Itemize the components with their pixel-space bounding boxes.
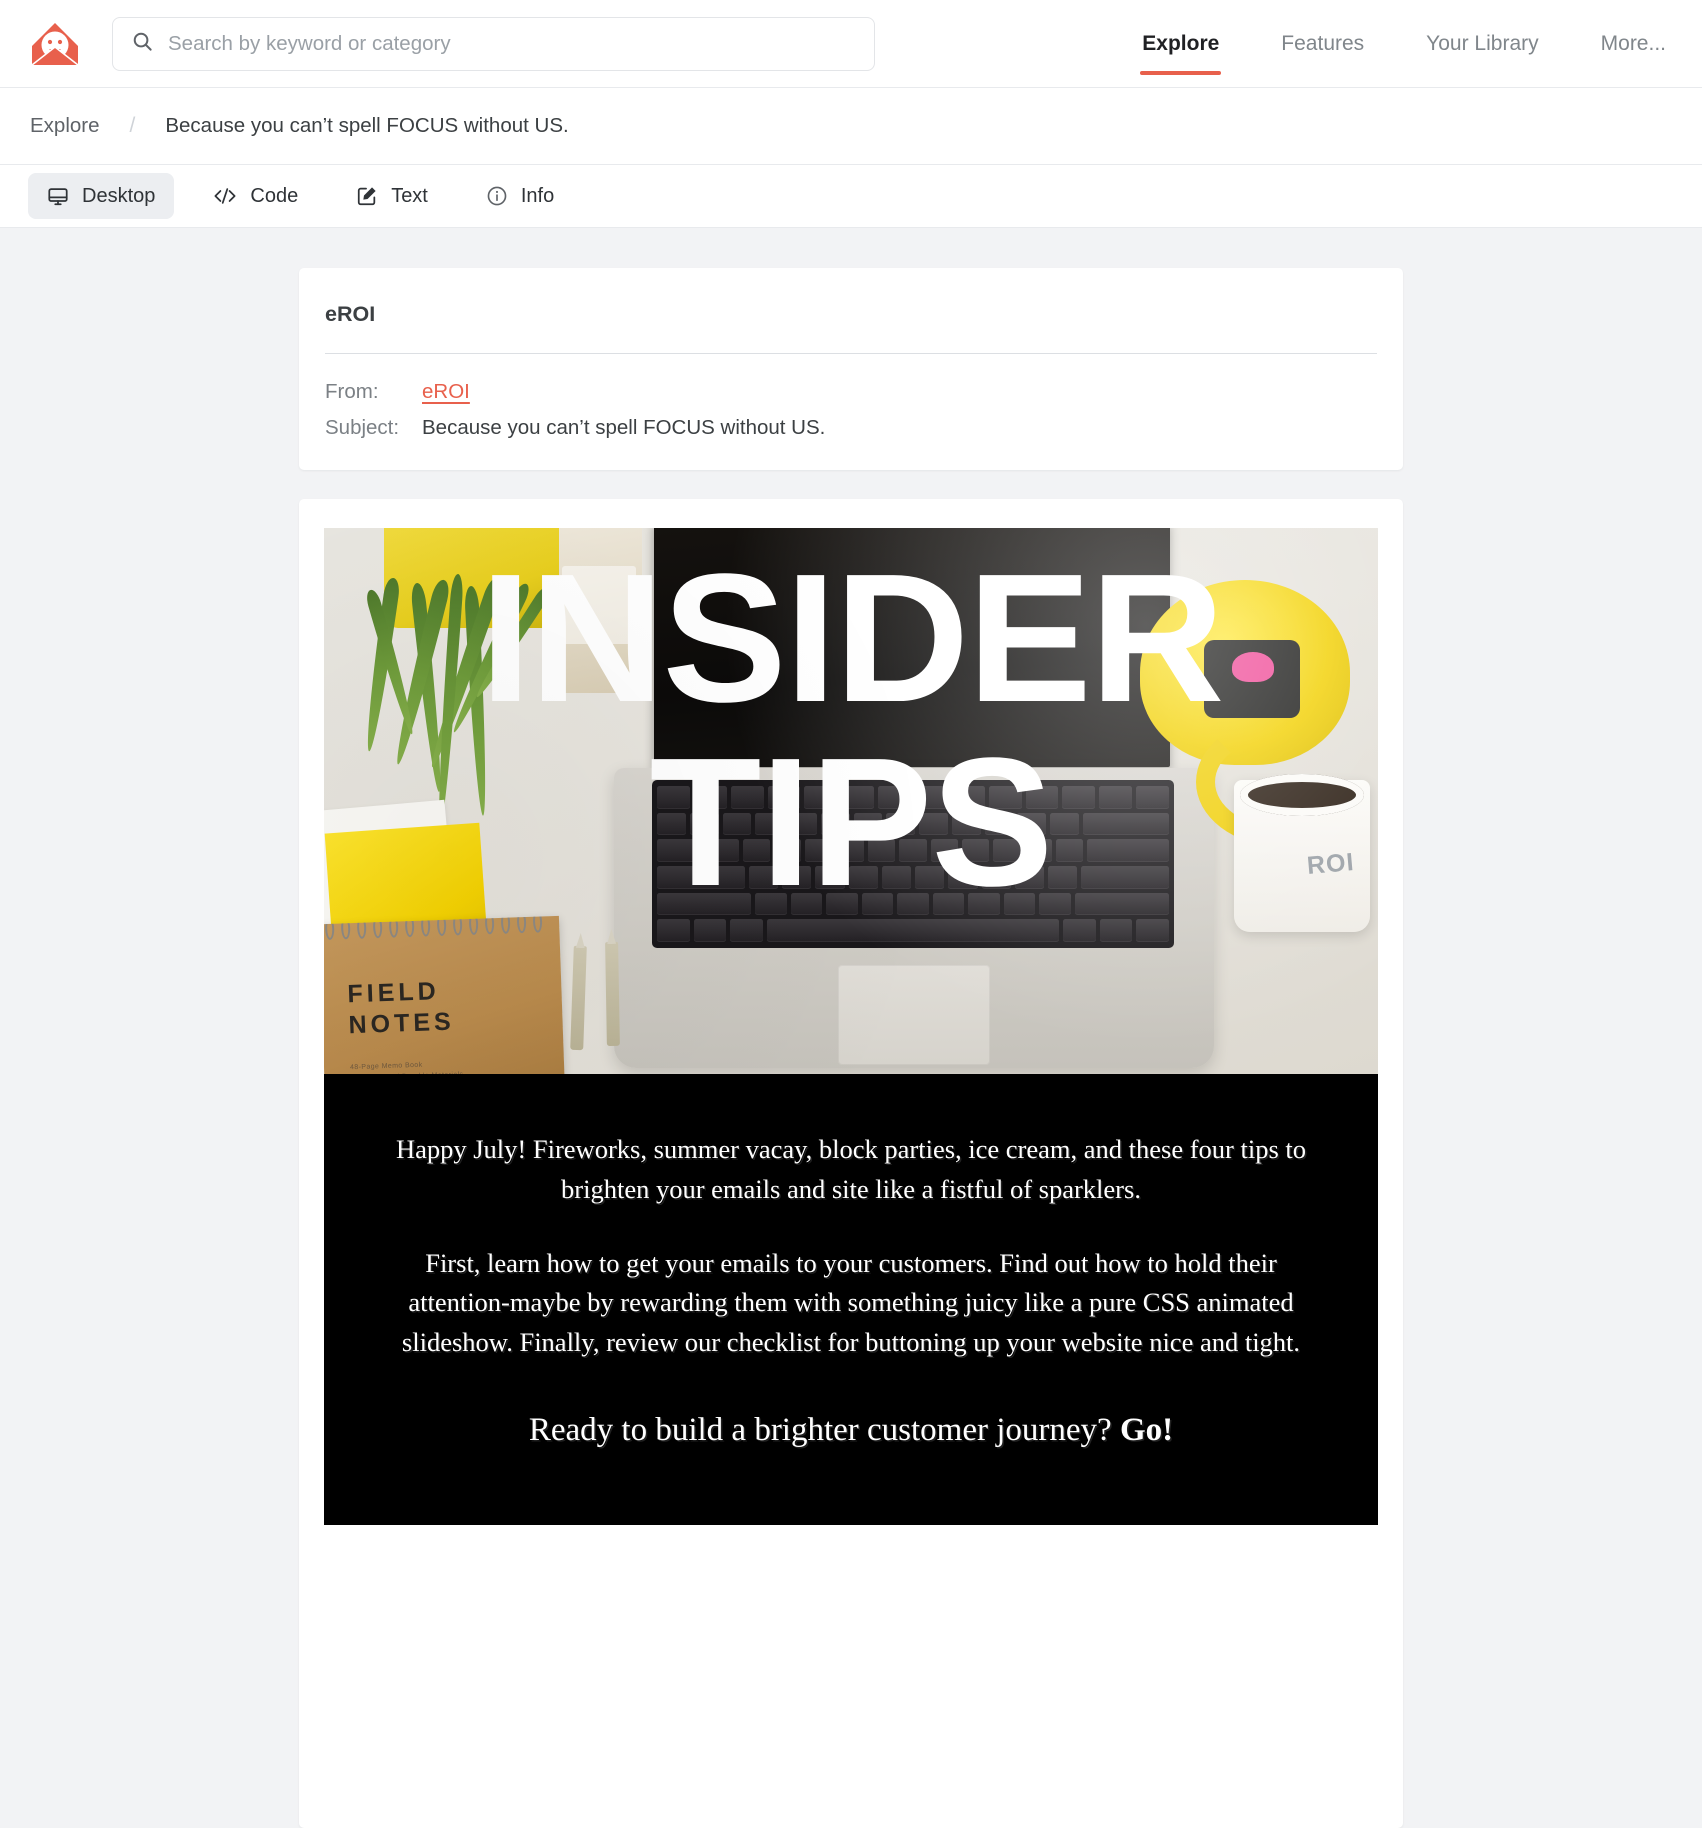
- email-hero-image: FIELDNOTES 48-Page Memo BookGraph Paper …: [324, 528, 1378, 1074]
- nav-item-your-library[interactable]: Your Library: [1426, 0, 1538, 88]
- nav-item-explore-label: Explore: [1142, 31, 1220, 55]
- from-value-link[interactable]: eROI: [422, 380, 470, 404]
- email-info-card: eROI From: eROI Subject: Because you can…: [299, 268, 1403, 470]
- email-meta-rows: From: eROI Subject: Because you can’t sp…: [325, 354, 1377, 440]
- laptop-keyboard: [652, 780, 1174, 948]
- nav-item-explore[interactable]: Explore: [1140, 0, 1222, 88]
- breadcrumb-current: Because you can’t spell FOCUS without US…: [165, 114, 569, 137]
- tab-desktop-label: Desktop: [82, 184, 156, 207]
- meta-row-from: From: eROI: [325, 380, 1377, 404]
- app-window: Explore Features Your Library More... Ex…: [0, 0, 1702, 1828]
- breadcrumb-root-link[interactable]: Explore: [30, 114, 100, 138]
- preview-canvas: eROI From: eROI Subject: Because you can…: [0, 228, 1702, 1828]
- desk-jar: [556, 528, 642, 693]
- info-circle-icon: [486, 185, 508, 207]
- nav-item-more-label: More...: [1600, 31, 1666, 55]
- email-cta-bold[interactable]: Go!: [1120, 1412, 1173, 1448]
- email-render-frame: FIELDNOTES 48-Page Memo BookGraph Paper …: [324, 528, 1378, 1525]
- nav-item-your-library-label: Your Library: [1426, 31, 1539, 55]
- tab-text[interactable]: Text: [337, 173, 447, 219]
- breadcrumb: Explore / Because you can’t spell FOCUS …: [0, 88, 1702, 165]
- nav-item-more[interactable]: More...: [1601, 0, 1666, 88]
- notebook-label: FIELD NOTES: [346, 977, 456, 1040]
- subject-label: Subject:: [325, 416, 400, 439]
- envelope-smile-logo[interactable]: [30, 19, 80, 69]
- monitor-icon: [47, 185, 69, 207]
- tab-desktop[interactable]: Desktop: [28, 173, 175, 219]
- desk-pen-2: [605, 941, 620, 1047]
- email-paragraph-2: First, learn how to get your emails to y…: [401, 1247, 1301, 1358]
- tab-info[interactable]: Info: [467, 173, 573, 219]
- email-sender-title: eROI: [325, 302, 1377, 354]
- email-paragraph-1: Happy July! Fireworks, summer vacay, blo…: [395, 1134, 1307, 1204]
- search-bar[interactable]: [112, 16, 875, 71]
- main-nav: Explore Features Your Library More...: [1140, 0, 1666, 88]
- nav-item-features-label: Features: [1281, 31, 1365, 55]
- email-preview-card: FIELDNOTES 48-Page Memo BookGraph Paper …: [299, 499, 1403, 1828]
- laptop-trackpad: [838, 965, 990, 1065]
- meta-row-subject: Subject: Because you can’t spell FOCUS w…: [325, 416, 1377, 440]
- breadcrumb-separator: /: [129, 114, 136, 137]
- edit-square-icon: [356, 185, 378, 207]
- email-copy-block: Happy July! Fireworks, summer vacay, blo…: [324, 1074, 1378, 1525]
- tab-code-label: Code: [250, 184, 299, 207]
- subject-value: Because you can’t spell FOCUS without US…: [422, 416, 826, 439]
- top-header: Explore Features Your Library More...: [0, 0, 1702, 88]
- coffee-surface: [1240, 774, 1364, 816]
- field-notes-notebook: FIELDNOTES 48-Page Memo BookGraph Paper …: [324, 915, 565, 1074]
- tab-code[interactable]: Code: [194, 173, 317, 219]
- search-icon: [131, 30, 154, 58]
- email-cta-line[interactable]: Ready to build a brighter customer journ…: [384, 1407, 1318, 1453]
- email-cta-text: Ready to build a brighter customer journ…: [528, 1411, 1120, 1448]
- view-mode-toolbar: Desktop Code Text Info: [0, 165, 1702, 228]
- yellow-toy-tongue: [1232, 652, 1274, 682]
- nav-item-features[interactable]: Features: [1281, 0, 1364, 88]
- tab-info-label: Info: [520, 184, 555, 207]
- notebook-sublabel: 48-Page Memo BookGraph Paper / Durable M…: [349, 1061, 464, 1074]
- search-input[interactable]: [168, 31, 856, 56]
- code-brackets-icon: [213, 185, 237, 207]
- tab-text-label: Text: [391, 184, 428, 207]
- mug-logo-text: ROI: [1305, 847, 1356, 881]
- laptop-screen: [654, 528, 1170, 767]
- desk-pen-1: [570, 945, 587, 1051]
- from-label: From:: [325, 380, 379, 403]
